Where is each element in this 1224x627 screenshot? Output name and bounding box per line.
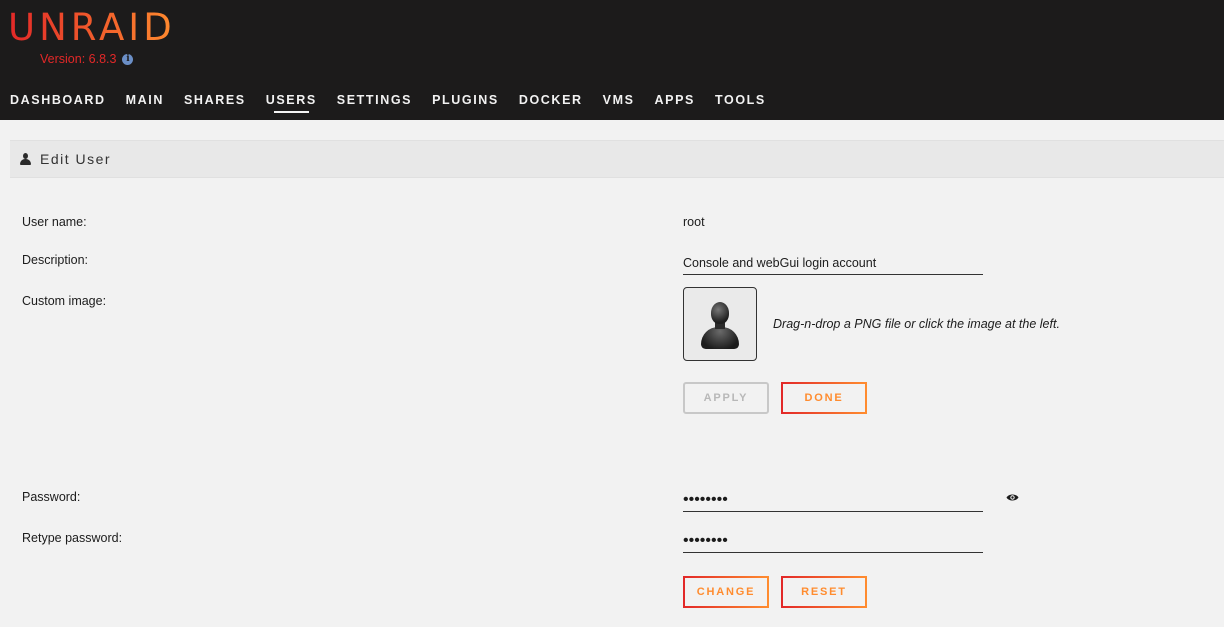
page-title-bar: Edit User (10, 140, 1224, 178)
unraid-logo[interactable]: UNRAID (8, 8, 176, 48)
username-value: root (683, 215, 705, 229)
custom-image-label: Custom image: (22, 294, 107, 308)
eye-icon[interactable] (1006, 493, 1019, 502)
user-icon (20, 153, 31, 165)
description-field[interactable] (683, 252, 983, 275)
password-label: Password: (22, 490, 81, 504)
retype-password-field[interactable] (683, 530, 983, 553)
reset-button[interactable]: RESET (781, 576, 867, 608)
main-nav: DASHBOARD MAIN SHARES USERS SETTINGS PLU… (10, 93, 786, 113)
avatar-icon (701, 327, 739, 349)
image-drop-hint: Drag-n-drop a PNG file or click the imag… (773, 317, 1060, 331)
nav-dashboard[interactable]: DASHBOARD (10, 93, 106, 113)
description-label: Description: (22, 253, 88, 267)
nav-vms[interactable]: VMS (603, 93, 635, 113)
password-field[interactable] (683, 489, 983, 512)
nav-tools[interactable]: TOOLS (715, 93, 766, 113)
page-title: Edit User (40, 151, 112, 167)
custom-image-dropzone[interactable] (683, 287, 757, 361)
header-bar: UNRAID Version: 6.8.3 i DASHBOARD MAIN S… (0, 0, 1224, 120)
version-label: Version: 6.8.3 (40, 52, 117, 66)
nav-docker[interactable]: DOCKER (519, 93, 583, 113)
nav-plugins[interactable]: PLUGINS (432, 93, 499, 113)
nav-shares[interactable]: SHARES (184, 93, 246, 113)
nav-settings[interactable]: SETTINGS (337, 93, 412, 113)
nav-apps[interactable]: APPS (655, 93, 695, 113)
nav-main[interactable]: MAIN (126, 93, 164, 113)
info-icon[interactable]: i (122, 53, 134, 65)
username-label: User name: (22, 215, 87, 229)
nav-users[interactable]: USERS (266, 93, 317, 113)
version-info: Version: 6.8.3 i (40, 52, 134, 66)
done-button[interactable]: DONE (781, 382, 867, 414)
change-button[interactable]: CHANGE (683, 576, 769, 608)
retype-password-label: Retype password: (22, 531, 123, 545)
apply-button[interactable]: APPLY (683, 382, 769, 414)
